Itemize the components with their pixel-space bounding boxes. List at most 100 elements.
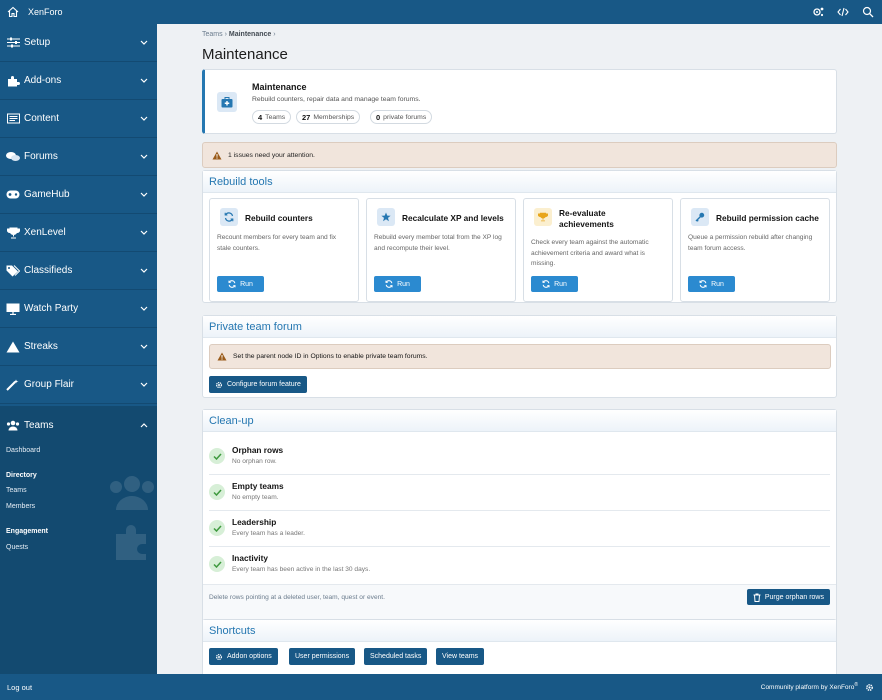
chevron-up-icon	[140, 421, 148, 429]
button-label: View teams	[442, 653, 479, 660]
breadcrumb-link-teams[interactable]: Teams	[202, 31, 223, 38]
log-out-link[interactable]: Log out	[7, 683, 32, 692]
puzzle-icon	[6, 75, 20, 87]
users-icon	[6, 419, 20, 431]
sidebar-item-label: Classifieds	[24, 265, 73, 276]
sidebar-item-gamehub[interactable]: GameHub	[0, 176, 157, 214]
run-rebuild-counters-button[interactable]: Run	[217, 276, 264, 292]
sidebar-item-watch-party[interactable]: Watch Party	[0, 290, 157, 328]
sidebar-item-streaks[interactable]: Streaks	[0, 328, 157, 366]
puzzle-watermark-icon	[116, 525, 146, 560]
chevron-down-icon	[140, 381, 148, 389]
chevron-down-icon	[140, 305, 148, 313]
tool-description: Recount members for every team and fix s…	[217, 234, 337, 252]
breadcrumb-link-maintenance[interactable]: Maintenance	[229, 31, 271, 38]
tags-icon	[6, 264, 20, 277]
run-recalculate-xp-button[interactable]: Run	[374, 276, 421, 292]
sidebar-item-group-flair[interactable]: Group Flair	[0, 366, 157, 404]
sidebar-item-label: Streaks	[24, 341, 58, 352]
summary-description: Rebuild counters, repair data and manage…	[252, 96, 421, 103]
purge-orphan-rows-button[interactable]: Purge orphan rows	[746, 589, 830, 605]
gamepad-icon	[6, 189, 20, 201]
stat-label: private forums	[383, 113, 427, 121]
main-content: Teams › Maintenance › Maintenance Mainte…	[157, 24, 882, 691]
run-re-evaluate-achievements-button[interactable]: Run	[531, 276, 578, 292]
chevron-down-icon	[140, 77, 148, 85]
page-footer: Log out Community platform by XenForo®	[0, 674, 882, 700]
home-icon[interactable]	[6, 5, 20, 19]
sidebar-item-classifieds[interactable]: Classifieds	[0, 252, 157, 290]
sidebar-heading-engagement: Engagement	[6, 528, 49, 535]
refresh-icon	[220, 208, 238, 226]
forum-warning: Set the parent node ID in Options to ena…	[209, 344, 831, 369]
brand-name[interactable]: XenForo	[28, 7, 63, 17]
stat-label: Teams	[265, 113, 286, 121]
user-permissions-button[interactable]: User permissions	[289, 648, 356, 665]
chevron-down-icon	[140, 229, 148, 237]
maintenance-summary: Maintenance Rebuild counters, repair dat…	[202, 69, 837, 134]
search-icon[interactable]	[862, 6, 874, 18]
sidebar-item-add-ons[interactable]: Add-ons	[0, 62, 157, 100]
check-circle-icon	[209, 520, 225, 536]
warning-icon	[217, 352, 227, 362]
cleanup-item-title: Empty teams	[232, 481, 284, 491]
sidebar-link-quests[interactable]: Quests	[6, 544, 28, 551]
star-icon	[377, 208, 395, 226]
cleanup-item-description: No orphan row.	[232, 458, 277, 465]
warning-icon	[212, 150, 222, 160]
forum-warning-text: Set the parent node ID in Options to ena…	[233, 353, 428, 360]
code-icon[interactable]	[837, 6, 849, 18]
sidebar-item-label: Watch Party	[24, 303, 79, 314]
monitor-icon	[6, 303, 20, 315]
magic-icon	[6, 379, 20, 391]
sidebar-link-dashboard[interactable]: Dashboard	[6, 447, 40, 454]
private-forum-section: Private team forum Set the parent node I…	[202, 315, 837, 398]
registered-mark: ®	[854, 682, 858, 689]
tool-description: Queue a permission rebuild after changin…	[688, 234, 813, 252]
sidebar-item-content[interactable]: Content	[0, 100, 157, 138]
cleanup-item-description: Every team has been active in the last 3…	[232, 566, 371, 573]
summary-title: Maintenance	[252, 82, 307, 92]
options-gear-icon[interactable]	[812, 6, 824, 18]
stat-value: 27	[302, 112, 311, 122]
run-rebuild-permission-cache-button[interactable]: Run	[688, 276, 735, 292]
sidebar-item-teams[interactable]: Teams	[0, 406, 157, 444]
admin-sidebar: Setup Add-ons Content Forums GameHub Xen…	[0, 24, 157, 674]
tool-card-re-evaluate-achievements: Re-evaluate achievements Check every tea…	[523, 198, 673, 302]
sidebar-item-xenlevel[interactable]: XenLevel	[0, 214, 157, 252]
breadcrumb-separator: ›	[273, 31, 276, 38]
sidebar-link-members[interactable]: Members	[6, 503, 35, 510]
sliders-icon	[6, 37, 20, 49]
platform-credit[interactable]: Community platform by XenForo®	[761, 682, 858, 691]
style-chooser-icon[interactable]	[864, 682, 874, 692]
sidebar-item-label: Forums	[24, 151, 58, 162]
sidebar-item-forums[interactable]: Forums	[0, 138, 157, 176]
users-watermark-icon	[110, 476, 154, 510]
trash-icon	[753, 593, 761, 602]
breadcrumb: Teams › Maintenance ›	[202, 31, 276, 38]
scheduled-tasks-button[interactable]: Scheduled tasks	[364, 648, 428, 665]
cleanup-item-title: Inactivity	[232, 553, 268, 563]
trophy-icon	[6, 227, 20, 239]
sidebar-item-label: Group Flair	[24, 379, 75, 390]
tool-description: Rebuild every member total from the XP l…	[374, 234, 502, 252]
button-label: Run	[711, 280, 724, 288]
addon-options-button[interactable]: Addon options	[209, 648, 278, 665]
tool-title: Rebuild counters	[245, 213, 313, 223]
gear-icon	[215, 381, 223, 388]
button-label: Scheduled tasks	[370, 653, 422, 660]
sidebar-item-label: Teams	[24, 419, 54, 431]
sidebar-link-teams[interactable]: Teams	[6, 487, 27, 494]
sidebar-item-setup[interactable]: Setup	[0, 24, 157, 62]
chevron-down-icon	[140, 153, 148, 161]
cleanup-item-title: Orphan rows	[232, 445, 284, 455]
view-teams-button[interactable]: View teams	[436, 648, 485, 665]
sidebar-item-label: Add-ons	[24, 75, 62, 86]
tool-description: Check every team against the automatic a…	[531, 239, 649, 267]
tool-card-rebuild-permission-cache: Rebuild permission cache Queue a permiss…	[680, 198, 830, 302]
chevron-down-icon	[140, 115, 148, 123]
button-label: Run	[397, 280, 410, 288]
button-label: Configure forum feature	[227, 381, 301, 388]
configure-forum-button[interactable]: Configure forum feature	[209, 376, 307, 393]
cleanup-footer-text: Delete rows pointing at a deleted user, …	[209, 594, 385, 601]
